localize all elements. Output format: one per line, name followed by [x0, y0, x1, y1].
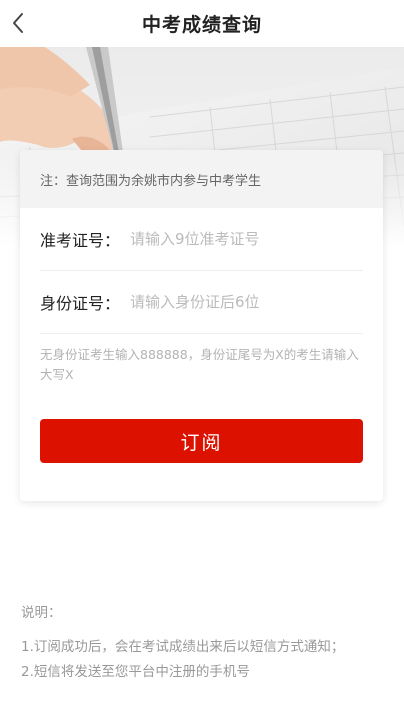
id-card-hint: 无身份证考生输入888888，身份证尾号为X的考生请输入大写X	[40, 347, 359, 382]
back-button[interactable]	[4, 9, 32, 37]
id-card-label: 身份证号：	[40, 294, 121, 313]
id-card-row: 身份证号：	[40, 271, 363, 334]
instructions-title: 说明：	[21, 605, 62, 621]
instruction-line: 2.短信将发送至您平台中注册的手机号	[21, 664, 250, 680]
notice-banner: 注：查询范围为余姚市内参与中考学生	[20, 150, 383, 208]
notice-text: 注：查询范围为余姚市内参与中考学生	[40, 173, 262, 189]
query-card: 注：查询范围为余姚市内参与中考学生 准考证号： 身份证号： 无身份证考生输入88…	[20, 150, 383, 501]
instructions-section: 说明： 1.订阅成功后，会在考试成绩出来后以短信方式通知； 2.短信将发送至您平…	[21, 602, 391, 685]
page-title: 中考成绩查询	[141, 14, 262, 36]
subscribe-button[interactable]: 订阅	[40, 419, 363, 463]
exam-id-label: 准考证号：	[40, 231, 121, 250]
instruction-line: 1.订阅成功后，会在考试成绩出来后以短信方式通知；	[21, 639, 345, 655]
exam-id-input[interactable]	[130, 230, 363, 248]
id-card-input[interactable]	[130, 293, 363, 311]
exam-id-row: 准考证号：	[40, 208, 363, 271]
header-bar: 中考成绩查询	[0, 0, 404, 47]
chevron-left-icon	[13, 13, 23, 33]
